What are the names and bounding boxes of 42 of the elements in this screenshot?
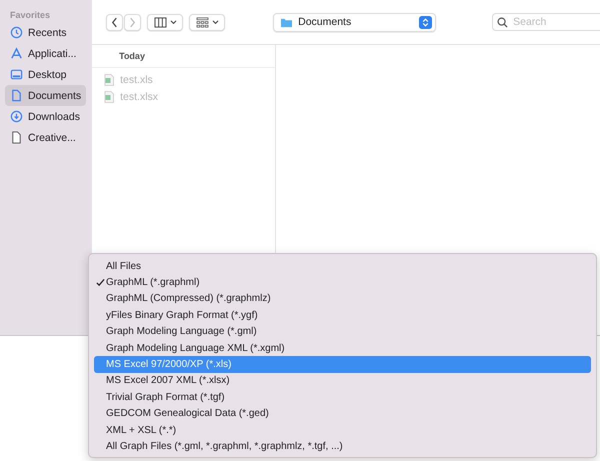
search-field[interactable]: Search <box>492 13 600 31</box>
sidebar-item[interactable]: Documents <box>5 85 86 106</box>
search-icon <box>497 16 508 28</box>
menu-item[interactable]: XML + XSL (*.*) <box>94 422 591 438</box>
clock-icon <box>10 26 23 39</box>
spreadsheet-icon <box>104 90 114 102</box>
grid-icon <box>196 16 209 28</box>
location-popup[interactable]: Documents <box>273 12 436 32</box>
menu-item[interactable]: All Files <box>94 258 591 274</box>
stepper-icon <box>419 16 432 28</box>
columns-icon <box>154 16 167 28</box>
chevron-down-icon <box>170 20 177 24</box>
document-icon <box>10 131 23 144</box>
apps-icon <box>10 47 23 60</box>
menu-item[interactable]: MS Excel 2007 XML (*.xlsx) <box>94 372 591 390</box>
view-button[interactable] <box>147 14 184 30</box>
sidebar-heading: Favorites <box>10 10 52 20</box>
spreadsheet-icon <box>104 74 114 86</box>
group-button[interactable] <box>189 14 226 30</box>
menu-item[interactable]: GraphML (*.graphml) <box>94 274 591 291</box>
document-icon <box>10 89 23 102</box>
back-button[interactable] <box>106 14 124 30</box>
chevron-right-icon <box>129 16 136 28</box>
menu-item[interactable]: Graph Modeling Language (*.gml) <box>94 324 591 340</box>
chevron-down-icon <box>212 20 219 24</box>
folder-icon <box>280 16 294 28</box>
sidebar-item[interactable]: Applicati... <box>5 43 86 64</box>
desktop-icon <box>10 68 23 81</box>
sidebar-item[interactable]: Desktop <box>5 64 86 85</box>
chevron-left-icon <box>111 16 118 28</box>
menu-item[interactable]: Graph Modeling Language XML (*.xgml) <box>94 340 591 356</box>
column-header: Today <box>92 45 276 68</box>
menu-item[interactable]: GraphML (Compressed) (*.graphmlz) <box>94 290 591 308</box>
menu-item[interactable]: All Graph Files (*.gml, *.graphml, *.graphmlz, *.tgf, ...) <box>94 438 591 455</box>
menu-item[interactable]: GEDCOM Genealogical Data (*.ged) <box>94 406 591 422</box>
menu-item[interactable]: yFiles Binary Graph Format (*.ygf) <box>94 307 591 324</box>
sidebar-item[interactable]: Recents <box>5 22 86 43</box>
checkmark-icon <box>96 278 104 288</box>
sidebar-item[interactable]: Downloads <box>5 106 86 127</box>
sidebar-item[interactable]: Creative... <box>5 127 86 148</box>
menu-item[interactable]: Trivial Graph Format (*.tgf) <box>94 389 591 406</box>
download-icon <box>10 110 23 123</box>
